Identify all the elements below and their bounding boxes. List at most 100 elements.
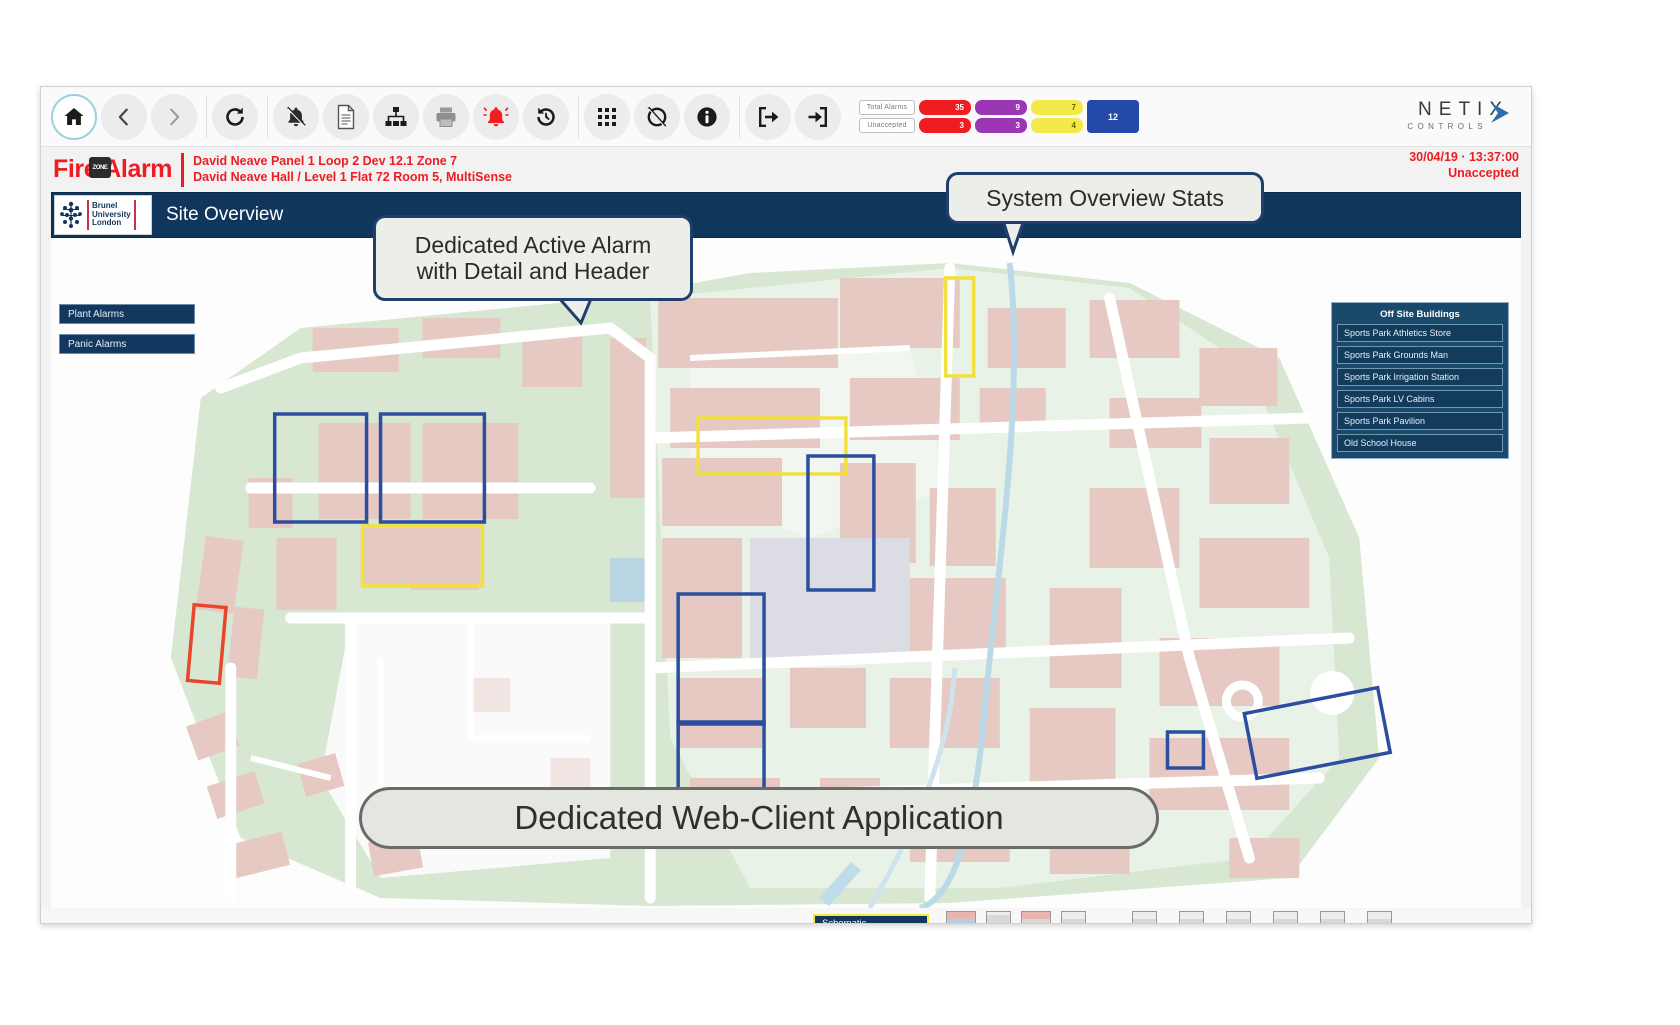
- stat-yellow-unaccepted: 4: [1031, 118, 1083, 133]
- stat-column-blue[interactable]: 12: [1087, 100, 1139, 133]
- alarm-detail: David Neave Panel 1 Loop 2 Dev 12.1 Zone…: [193, 154, 512, 185]
- thumb-band: [1321, 918, 1344, 923]
- brunel-crest-icon: [58, 199, 84, 231]
- off-site-item-old-school-house[interactable]: Old School House: [1337, 434, 1503, 452]
- stat-yellow-total: 7: [1031, 100, 1083, 115]
- off-site-item-pavilion[interactable]: Sports Park Pavilion: [1337, 412, 1503, 430]
- info-button[interactable]: [684, 93, 730, 140]
- toolbar-divider: [267, 95, 268, 138]
- stat-column-purple[interactable]: 9 3: [975, 100, 1027, 133]
- callout-alarm-line2: with Detail and Header: [416, 258, 650, 284]
- system-overview-stats: Total Alarms Unaccepted 35 3 9 3 7 4 12: [859, 100, 1139, 133]
- thumb-band: [1022, 918, 1050, 923]
- alarm-status-badge: Unaccepted: [1448, 165, 1519, 180]
- schematic-thumb-8[interactable]: [1273, 911, 1298, 923]
- stat-label-total: Total Alarms: [859, 100, 915, 115]
- sitemap-icon: [384, 105, 408, 129]
- disable-button[interactable]: [634, 93, 680, 140]
- schematic-thumb-5[interactable]: [1132, 911, 1157, 923]
- netix-arrow-icon: [1487, 101, 1513, 125]
- forward-button[interactable]: [151, 93, 197, 140]
- off-site-buildings-panel: Off Site Buildings Sports Park Athletics…: [1331, 302, 1509, 459]
- thumb-band: [1368, 918, 1391, 923]
- stat-column-yellow[interactable]: 7 4: [1031, 100, 1083, 133]
- chevron-left-icon: [113, 106, 135, 128]
- callout-tail-stats: [998, 212, 1029, 257]
- bell-muted-icon: [284, 105, 308, 129]
- fire-alarm-word2: Alarm: [103, 155, 173, 183]
- off-site-item-athletics-store[interactable]: Sports Park Athletics Store: [1337, 324, 1503, 342]
- tab-schematic-label: Schematic: [822, 918, 867, 924]
- stat-column-red[interactable]: 35 3: [919, 100, 971, 133]
- logout-button[interactable]: [745, 93, 791, 140]
- off-site-item-label: Old School House: [1344, 438, 1417, 448]
- schematic-tab-bar: Schematic: [41, 908, 1531, 924]
- schematic-thumb-3[interactable]: [1021, 911, 1051, 923]
- report-button[interactable]: [323, 93, 369, 140]
- callout-system-overview-stats: System Overview Stats: [946, 172, 1264, 224]
- off-site-item-label: Sports Park Athletics Store: [1344, 328, 1452, 338]
- login-button[interactable]: [795, 93, 841, 140]
- stat-label-unaccepted: Unaccepted: [859, 118, 915, 133]
- schematic-thumb-6[interactable]: [1179, 911, 1204, 923]
- brunel-logo: Brunel University London: [54, 195, 152, 235]
- off-site-panel-title: Off Site Buildings: [1380, 309, 1460, 320]
- print-button[interactable]: [423, 93, 469, 140]
- brunel-rule: [87, 200, 89, 230]
- schematic-thumb-2[interactable]: [986, 911, 1011, 923]
- thumb-band: [1022, 912, 1050, 919]
- sidebar-item-plant-alarms[interactable]: Plant Alarms: [59, 304, 195, 324]
- schematic-thumb-7[interactable]: [1226, 911, 1251, 923]
- main-toolbar: Total Alarms Unaccepted 35 3 9 3 7 4 12 …: [41, 87, 1531, 147]
- history-button[interactable]: [523, 93, 569, 140]
- panic-alarms-label: Panic Alarms: [68, 338, 127, 350]
- netix-logo: NETIX CONTROLS: [1407, 99, 1509, 131]
- thumb-band: [1133, 918, 1156, 923]
- alarm-detail-line2: David Neave Hall / Level 1 Flat 72 Room …: [193, 169, 512, 184]
- stat-row-labels: Total Alarms Unaccepted: [859, 100, 915, 133]
- thumb-band: [1274, 918, 1297, 923]
- back-button[interactable]: [101, 93, 147, 140]
- alarm-detail-line1: David Neave Panel 1 Loop 2 Dev 12.1 Zone…: [193, 154, 458, 169]
- callout-alarm-line1: Dedicated Active Alarm: [414, 231, 652, 258]
- info-icon: [695, 105, 719, 129]
- schematic-thumb-10[interactable]: [1367, 911, 1392, 923]
- thumb-band: [947, 918, 975, 923]
- chevron-right-icon: [163, 106, 185, 128]
- sidebar-item-panic-alarms[interactable]: Panic Alarms: [59, 334, 195, 354]
- refresh-button[interactable]: [212, 93, 258, 140]
- thumb-band: [1227, 918, 1250, 923]
- stat-purple-total: 9: [975, 100, 1027, 115]
- thumb-band: [987, 922, 1010, 923]
- home-button[interactable]: [51, 93, 97, 140]
- brunel-wordmark: Brunel University London: [92, 201, 131, 229]
- page-title: Site Overview: [166, 204, 284, 225]
- refresh-icon: [223, 105, 247, 129]
- schematic-thumb-1[interactable]: [946, 911, 976, 923]
- active-alarm-bar: Fire Alarm ZONE David Neave Panel 1 Loop …: [41, 147, 1531, 192]
- callout-dedicated-web-client-application: Dedicated Web-Client Application: [359, 787, 1159, 849]
- silence-button[interactable]: [273, 93, 319, 140]
- web-client-window: Total Alarms Unaccepted 35 3 9 3 7 4 12 …: [40, 86, 1532, 924]
- off-site-item-lv-cabins[interactable]: Sports Park LV Cabins: [1337, 390, 1503, 408]
- fire-alarm-title: Fire Alarm ZONE: [53, 155, 179, 184]
- bell-ringing-icon: [483, 104, 509, 130]
- document-icon: [334, 104, 358, 130]
- keypad-button[interactable]: [584, 93, 630, 140]
- schematic-thumb-4[interactable]: [1061, 911, 1086, 923]
- site-header: Brunel University London Site Overview: [51, 192, 1521, 238]
- alarms-button[interactable]: [473, 93, 519, 140]
- tab-schematic[interactable]: Schematic: [813, 914, 929, 924]
- stat-red-total: 35: [919, 100, 971, 115]
- off-site-item-irrigation-station[interactable]: Sports Park Irrigation Station: [1337, 368, 1503, 386]
- network-button[interactable]: [373, 93, 419, 140]
- schematic-thumb-9[interactable]: [1320, 911, 1345, 923]
- schematic-thumbnails: [946, 911, 1402, 923]
- login-icon: [806, 105, 830, 129]
- off-site-item-grounds-man[interactable]: Sports Park Grounds Man: [1337, 346, 1503, 364]
- printer-icon: [434, 105, 458, 129]
- zone-chip-icon: ZONE: [89, 157, 111, 178]
- home-icon: [62, 105, 86, 129]
- stat-purple-unaccepted: 3: [975, 118, 1027, 133]
- off-site-item-label: Sports Park Irrigation Station: [1344, 372, 1460, 382]
